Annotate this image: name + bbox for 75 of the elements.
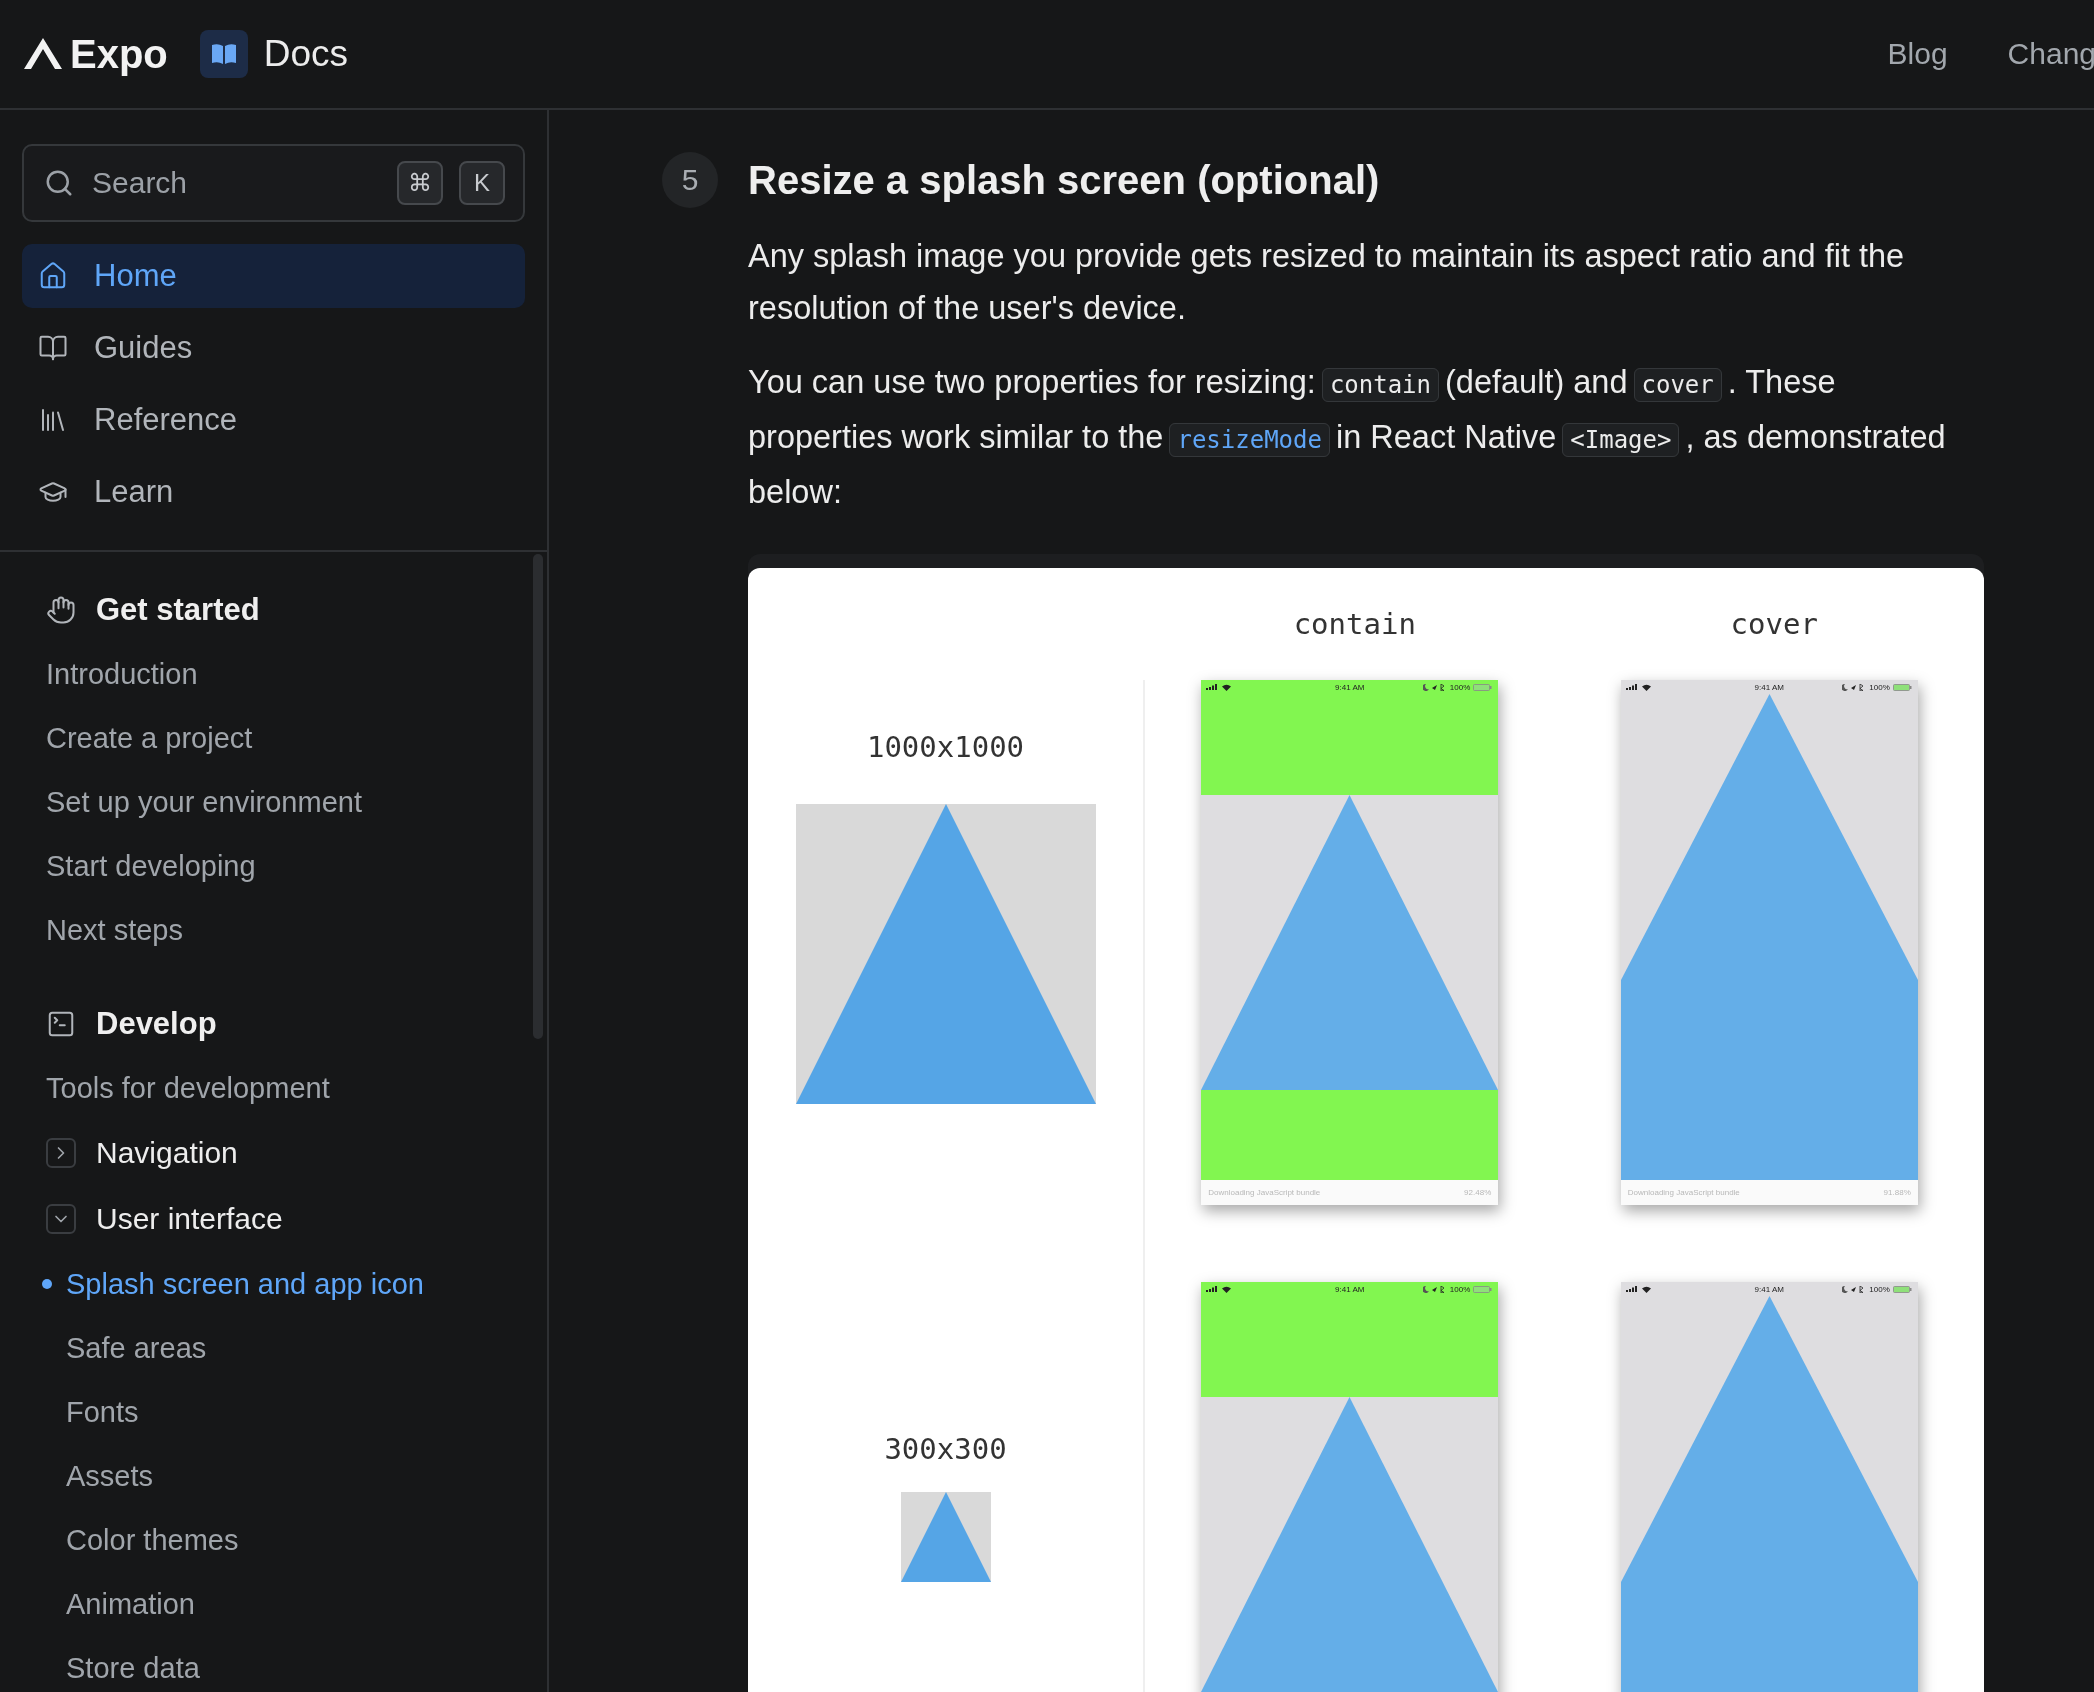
link-label: Splash screen and app icon — [66, 1267, 424, 1301]
signal-icon — [1206, 1286, 1219, 1292]
image-size-label: 300x300 — [884, 1432, 1007, 1466]
docs-title: Docs — [263, 33, 349, 75]
sidebar-link[interactable]: Fonts — [0, 1380, 547, 1444]
header-link[interactable]: Blog — [1887, 37, 1948, 71]
wifi-icon — [1641, 1285, 1651, 1293]
nav-item[interactable]: Guides — [22, 316, 525, 380]
group-label: User interface — [96, 1202, 283, 1236]
sidebar-link[interactable]: Create a project — [0, 706, 547, 770]
sidebar-link[interactable]: Introduction — [0, 642, 547, 706]
sidebar-link[interactable]: Animation — [0, 1572, 547, 1636]
book-icon — [38, 333, 68, 363]
signal-icon — [1206, 684, 1219, 690]
inline-code: <Image> — [1562, 423, 1680, 457]
header-link[interactable]: Chang — [2007, 37, 2094, 71]
sidebar-link[interactable]: Start developing — [0, 834, 547, 898]
search-bar[interactable]: Search ⌘ K — [22, 144, 525, 222]
status-icons-drawing — [1422, 683, 1447, 691]
battery-percent: 100% — [1449, 682, 1471, 692]
nav-item[interactable]: Home — [22, 244, 525, 308]
sidebar-link[interactable]: Tools for development — [0, 1056, 547, 1120]
search-icon — [44, 168, 74, 198]
sidebar-link[interactable]: Set up your environment — [0, 770, 547, 834]
battery-percent: 100% — [1449, 1284, 1471, 1294]
group-label: Navigation — [96, 1136, 238, 1170]
wifi-icon — [1641, 683, 1651, 691]
sidebar-link[interactable]: Color themes — [0, 1508, 547, 1572]
inline-code: contain — [1321, 368, 1440, 402]
sidebar-link[interactable]: Safe areas — [0, 1316, 547, 1380]
sidebar-group[interactable]: Navigation — [0, 1120, 547, 1186]
nav-item[interactable]: Learn — [22, 460, 525, 524]
sidebar-link[interactable]: Store data — [0, 1636, 547, 1692]
status-time: 9:41 AM — [1754, 1284, 1784, 1294]
sidebar-group[interactable]: User interface — [0, 1186, 547, 1252]
inline-code: cover — [1633, 368, 1722, 402]
sidebar-link[interactable]: Assets — [0, 1444, 547, 1508]
shortcut-key: ⌘ — [397, 161, 443, 205]
docs-icon — [199, 30, 248, 78]
signal-icon — [1625, 684, 1638, 690]
battery-icon — [1892, 683, 1913, 691]
nav-item[interactable]: Reference — [22, 388, 525, 452]
image-size-label: 1000x1000 — [866, 730, 1025, 764]
hand-icon — [46, 595, 76, 625]
terminal-window-icon — [46, 1009, 76, 1039]
status-icons-drawing — [1422, 1285, 1447, 1293]
wifi-icon — [1222, 683, 1232, 691]
wifi-icon — [1222, 1285, 1232, 1293]
section-title: Get started — [96, 592, 260, 628]
logo-text: Expo — [70, 31, 168, 77]
logo-icon — [22, 36, 64, 72]
column-label: contain — [1293, 607, 1416, 641]
battery-percent: 100% — [1869, 1284, 1890, 1294]
loading-percent: 91.88% — [1883, 1188, 1911, 1197]
column-label: cover — [1730, 607, 1818, 641]
step-number: 5 — [662, 152, 718, 208]
paragraph: You can use two properties for resizing: contain (default) and cover . These properties work similar to the resizeMode in React Native <Image> , as demonstrated below: — [748, 363, 1947, 512]
status-time: 9:41 AM — [1335, 1284, 1365, 1294]
search-input[interactable]: Search — [90, 165, 381, 201]
battery-percent: 100% — [1869, 682, 1890, 692]
section-heading: Resize a splash screen (optional) — [748, 157, 1380, 203]
paragraph: Any splash image you provide gets resized to maintain its aspect ratio and fit the resolution of the user's device. — [748, 237, 1906, 328]
loading-percent: 92.48% — [1464, 1188, 1492, 1197]
battery-icon — [1473, 1285, 1494, 1293]
status-time: 9:41 AM — [1335, 682, 1365, 692]
shortcut-key: K — [459, 161, 505, 205]
sidebar-link[interactable]: Next steps — [0, 898, 547, 962]
section-title: Develop — [96, 1006, 217, 1042]
status-time: 9:41 AM — [1754, 682, 1784, 692]
battery-icon — [1473, 683, 1494, 691]
signal-icon — [1625, 1286, 1638, 1292]
sidebar-link[interactable]: Splash screen and app icon — [0, 1252, 547, 1316]
code-link[interactable]: resizeMode — [1169, 423, 1330, 457]
home-icon — [38, 261, 68, 291]
battery-icon — [1892, 1285, 1913, 1293]
